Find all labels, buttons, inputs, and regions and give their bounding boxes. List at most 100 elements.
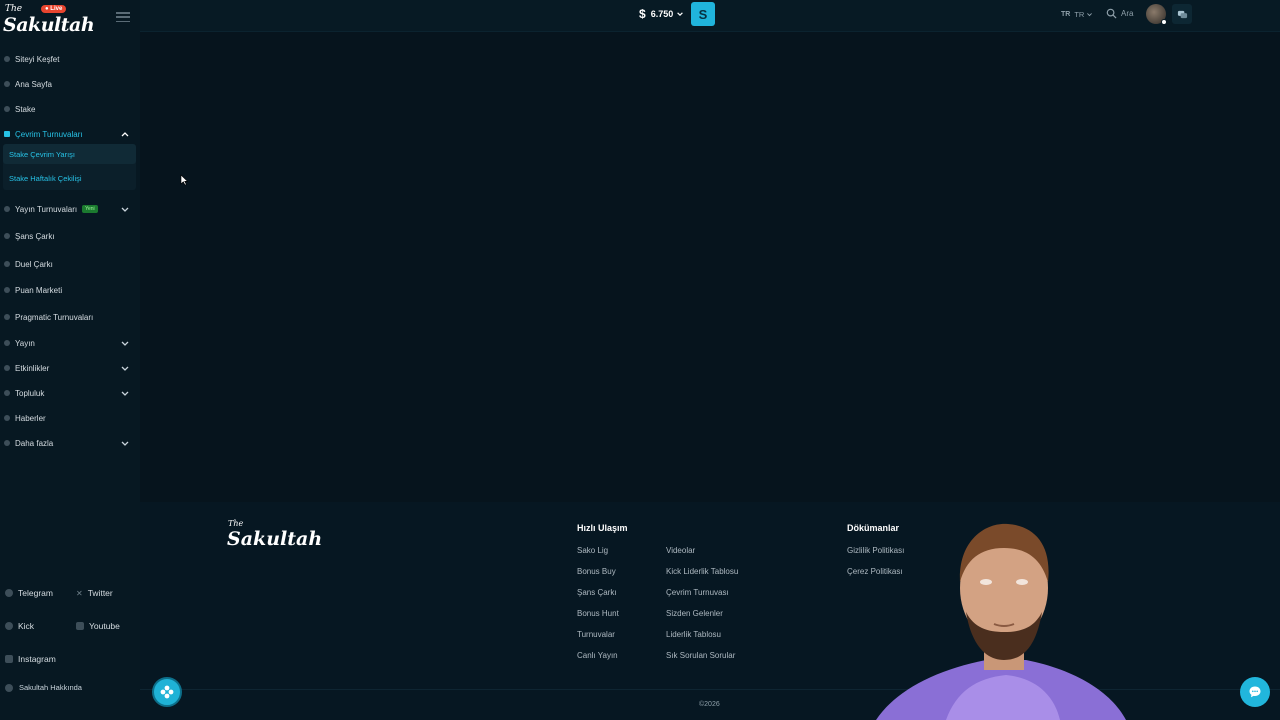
- user-avatar[interactable]: [1146, 4, 1167, 25]
- footer-link-liderlik-tablosu[interactable]: Liderlik Tablosu: [666, 630, 721, 639]
- footer-logo[interactable]: The Sakultah: [227, 519, 323, 550]
- chat-bubbles-icon: [1177, 10, 1187, 18]
- social-youtube-link[interactable]: Youtube: [76, 621, 120, 631]
- social-twitter-link[interactable]: ✕ Twitter: [76, 588, 113, 598]
- sidebar-item-haberler[interactable]: Haberler: [0, 409, 140, 427]
- footer-link-sako-lig[interactable]: Sako Lig: [577, 546, 608, 555]
- kick-icon: [5, 622, 13, 630]
- chat-toggle-button[interactable]: [1172, 4, 1192, 24]
- social-label: Kick: [18, 621, 35, 631]
- sidebar-item-yayin-turnuvalari[interactable]: Yayın Turnuvaları Yeni: [0, 200, 140, 218]
- sidebar-item-puan-marketi[interactable]: Puan Marketi: [0, 281, 140, 299]
- sidebar-item-ana-sayfa[interactable]: Ana Sayfa: [0, 75, 140, 93]
- search-icon: [1106, 8, 1117, 19]
- menu-toggle-icon[interactable]: [116, 12, 130, 22]
- footer-link-sizden-gelenler[interactable]: Sizden Gelenler: [666, 609, 723, 618]
- logo-the-text: The: [5, 4, 23, 14]
- sidebar-item-sans-carki[interactable]: Şans Çarkı: [0, 227, 140, 245]
- chevron-down-icon[interactable]: [120, 438, 130, 448]
- footer-link-bonus-buy[interactable]: Bonus Buy: [577, 567, 616, 576]
- chevron-down-icon[interactable]: [120, 388, 130, 398]
- footer-link-canli-yayin[interactable]: Canlı Yayın: [577, 651, 618, 660]
- social-instagram-link[interactable]: Instagram: [5, 654, 56, 664]
- home-icon: [4, 81, 10, 87]
- sidebar: The Sakultah ● Live Siteyi Keşfet Ana Sa…: [0, 0, 140, 720]
- language-label: TR: [1074, 10, 1085, 19]
- chat-bubble-icon: [1249, 686, 1261, 698]
- sidebar-item-label: Ana Sayfa: [15, 79, 52, 89]
- live-badge: ● Live: [41, 5, 67, 13]
- chevron-down-icon[interactable]: [120, 338, 130, 348]
- sidebar-item-label: Çevrim Turnuvaları: [15, 129, 83, 139]
- chevron-up-icon[interactable]: [120, 129, 130, 139]
- tr-flag-icon: TR: [1061, 11, 1071, 18]
- wallet-s-icon: S: [698, 6, 708, 22]
- submenu-item-stake-cevrim-yarisi[interactable]: Stake Çevrim Yarışı: [9, 150, 75, 159]
- social-label: Telegram: [18, 588, 53, 598]
- search-button[interactable]: Ara: [1106, 8, 1133, 19]
- sidebar-item-duel-carki[interactable]: Duel Çarkı: [0, 255, 140, 273]
- footer-link-kick-liderlik[interactable]: Kick Liderlik Tablosu: [666, 567, 738, 576]
- chat-support-button[interactable]: [1240, 677, 1270, 707]
- sidebar-item-topluluk[interactable]: Topluluk: [0, 384, 140, 402]
- wallet-button[interactable]: S: [691, 2, 715, 26]
- sidebar-item-label: Topluluk: [15, 388, 45, 398]
- footer-link-cevrim-turnuvasi[interactable]: Çevrim Turnuvası: [666, 588, 729, 597]
- sidebar-item-siteyi-kesfet[interactable]: Siteyi Keşfet: [0, 50, 140, 68]
- footer-link-videolar[interactable]: Videolar: [666, 546, 695, 555]
- youtube-icon: [76, 622, 84, 630]
- brand-logo[interactable]: The Sakultah ● Live: [3, 4, 95, 36]
- footer-link-sans-carki[interactable]: Şans Çarkı: [577, 588, 617, 597]
- sidebar-item-etkinlikler[interactable]: Etkinlikler: [0, 359, 140, 377]
- more-icon: [4, 440, 10, 446]
- sidebar-item-label: Yayın: [15, 338, 35, 348]
- stake-icon: [4, 106, 10, 112]
- broadcast-icon: [4, 206, 10, 212]
- trophy-icon: [4, 131, 10, 137]
- social-label: Youtube: [89, 621, 120, 631]
- balance-dropdown[interactable]: $ 6.750: [639, 7, 684, 21]
- footer-logo-main: Sakultah: [227, 528, 323, 550]
- footer-link-bonus-hunt[interactable]: Bonus Hunt: [577, 609, 619, 618]
- sidebar-item-label: Daha fazla: [15, 438, 54, 448]
- floating-widget-button[interactable]: [152, 677, 182, 707]
- language-selector[interactable]: TR TR: [1061, 10, 1093, 19]
- balance-value: 6.750: [650, 9, 674, 19]
- submenu-item-stake-haftalik-cekilisi[interactable]: Stake Haftalık Çekilişi: [9, 174, 82, 183]
- search-label: Ara: [1121, 9, 1134, 18]
- submenu-cevrim: Stake Çevrim Yarışı Stake Haftalık Çekil…: [3, 144, 136, 190]
- wheel-icon: [4, 233, 10, 239]
- instagram-icon: [5, 655, 13, 663]
- duel-icon: [4, 261, 10, 267]
- online-status-dot: [1161, 19, 1167, 25]
- mouse-cursor-icon: [180, 174, 188, 186]
- sidebar-item-stake[interactable]: Stake: [0, 100, 140, 118]
- news-icon: [4, 415, 10, 421]
- footer-link-sss[interactable]: Sık Sorulan Sorular: [666, 651, 735, 660]
- flower-icon: [160, 685, 174, 699]
- chevron-down-icon: [1087, 13, 1093, 17]
- sidebar-item-label: Puan Marketi: [15, 285, 63, 295]
- quick-links-title: Hızlı Ulaşım: [577, 523, 628, 533]
- footer-link-turnuvalar[interactable]: Turnuvalar: [577, 630, 615, 639]
- sidebar-item-label: Duel Çarkı: [15, 259, 53, 269]
- sidebar-item-yayin[interactable]: Yayın: [0, 334, 140, 352]
- sidebar-item-label: Stake: [15, 104, 36, 114]
- sidebar-item-label: Etkinlikler: [15, 363, 50, 373]
- footer-logo-the: The: [228, 519, 244, 528]
- sidebar-item-daha-fazla[interactable]: Daha fazla: [0, 434, 140, 452]
- chevron-down-icon[interactable]: [120, 204, 130, 214]
- chevron-down-icon[interactable]: [120, 363, 130, 373]
- social-telegram-link[interactable]: Telegram: [5, 588, 53, 598]
- social-kick-link[interactable]: Kick: [5, 621, 34, 631]
- sidebar-item-cevrim-turnuvalari[interactable]: Çevrim Turnuvaları: [0, 125, 140, 143]
- twitter-x-icon: ✕: [76, 589, 83, 598]
- currency-symbol: $: [639, 7, 646, 21]
- about-link[interactable]: Sakultah Hakkında: [5, 683, 82, 692]
- info-icon: [5, 683, 13, 692]
- sidebar-item-label: Haberler: [15, 413, 46, 423]
- sidebar-item-label: Şans Çarkı: [15, 231, 55, 241]
- logo-main-text: Sakultah: [3, 14, 95, 36]
- sidebar-item-pragmatic-turnuvalari[interactable]: Pragmatic Turnuvaları: [0, 308, 140, 326]
- chevron-down-icon: [677, 12, 684, 17]
